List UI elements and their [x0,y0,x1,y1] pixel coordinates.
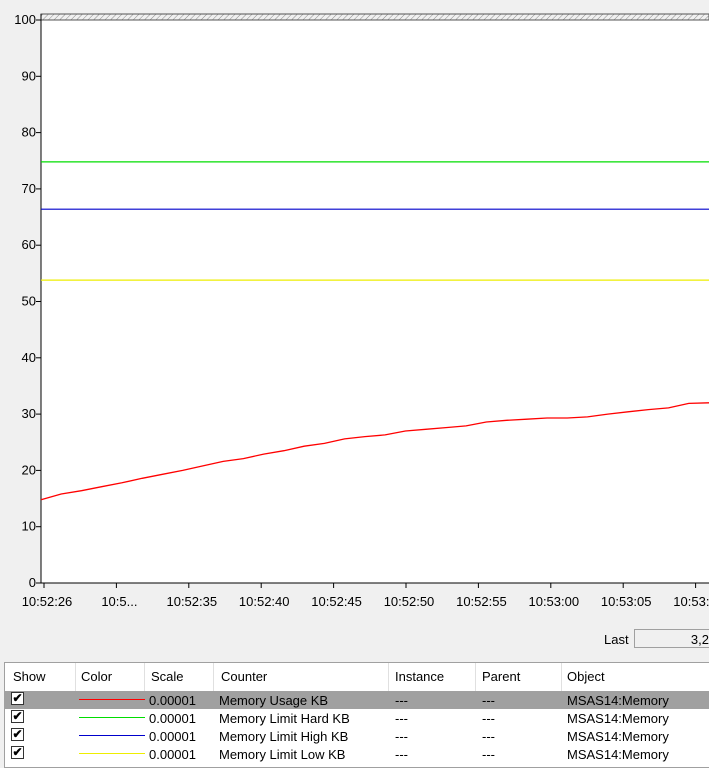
x-tick-label: 10:52:26 [22,594,73,609]
header-separator [213,663,214,691]
x-tick-label: 10:52:50 [384,594,435,609]
object-cell: MSAS14:Memory [567,747,669,762]
object-cell: MSAS14:Memory [567,729,669,744]
header-separator [475,663,476,691]
hatched-top-strip [40,13,709,21]
instance-cell: --- [395,693,408,708]
x-tick-label: 10:52:55 [456,594,507,609]
x-tick-label: 10:52:45 [311,594,362,609]
counter-cell: Memory Limit Low KB [219,747,346,762]
show-checkbox[interactable]: ✔ [11,710,24,723]
show-checkbox[interactable]: ✔ [11,692,24,705]
y-tick-label: 10 [22,519,36,534]
parent-cell: --- [482,693,495,708]
y-tick-label: 80 [22,125,36,140]
scale-cell: 0.00001 [149,729,196,744]
show-checkbox[interactable]: ✔ [11,728,24,741]
legend-row[interactable]: ✔ 0.00001 Memory Limit Hard KB --- --- M… [5,709,709,727]
y-tick-label: 90 [22,68,36,83]
header-separator [144,663,145,691]
chart-svg: 0 10 20 30 40 50 60 70 80 90 100 10:52:26 10:5... 10:… [14,12,709,609]
header-parent[interactable]: Parent [482,669,520,684]
x-tick-label: 10:53:00 [528,594,579,609]
instance-cell: --- [395,729,408,744]
parent-cell: --- [482,711,495,726]
counter-cell: Memory Limit High KB [219,729,349,744]
color-swatch [79,699,145,700]
y-tick-label: 40 [22,350,36,365]
parent-cell: --- [482,729,495,744]
object-cell: MSAS14:Memory [567,693,669,708]
last-label: Last [604,632,629,647]
y-tick-label: 0 [29,575,36,590]
object-cell: MSAS14:Memory [567,711,669,726]
y-tick-label: 70 [22,181,36,196]
x-tick-label: 10:5... [101,594,137,609]
parent-cell: --- [482,747,495,762]
header-separator [75,663,76,691]
scale-cell: 0.00001 [149,693,196,708]
header-show[interactable]: Show [13,669,46,684]
instance-cell: --- [395,711,408,726]
y-tick-label: 100 [14,12,36,27]
y-tick-label: 30 [22,406,36,421]
legend-row[interactable]: ✔ 0.00001 Memory Limit High KB --- --- M… [5,727,709,745]
header-object[interactable]: Object [567,669,605,684]
show-checkbox[interactable]: ✔ [11,746,24,759]
header-separator [388,663,389,691]
y-tick-label: 60 [22,237,36,252]
scale-cell: 0.00001 [149,747,196,762]
header-color[interactable]: Color [81,669,112,684]
header-instance[interactable]: Instance [395,669,444,684]
y-tick-label: 20 [22,462,36,477]
legend-row[interactable]: ✔ 0.00001 Memory Limit Low KB --- --- MS… [5,745,709,763]
y-tick-label: 50 [22,294,36,309]
color-swatch [79,753,145,754]
last-value-row: Last 3,2 [0,628,709,652]
legend-row[interactable]: ✔ 0.00001 Memory Usage KB --- --- MSAS14… [5,691,709,709]
x-tick-label: 10:52:40 [239,594,290,609]
header-counter[interactable]: Counter [221,669,267,684]
header-scale[interactable]: Scale [151,669,184,684]
last-value-box: 3,2 [634,629,709,648]
scale-cell: 0.00001 [149,711,196,726]
plot-background [41,20,709,583]
instance-cell: --- [395,747,408,762]
x-tick-label: 10:52:35 [166,594,217,609]
legend-header-row: Show Color Scale Counter Instance Parent… [5,663,709,691]
x-tick-label: 10:53:05 [601,594,652,609]
color-swatch [79,735,145,736]
color-swatch [79,717,145,718]
counter-cell: Memory Usage KB [219,693,329,708]
counter-cell: Memory Limit Hard KB [219,711,350,726]
performance-chart: 0 10 20 30 40 50 60 70 80 90 100 10:52:26 10:5... 10:… [0,0,709,620]
x-tick-label: 10:53:10 [673,594,709,609]
header-separator [561,663,562,691]
counter-legend-table[interactable]: Show Color Scale Counter Instance Parent… [4,662,709,768]
